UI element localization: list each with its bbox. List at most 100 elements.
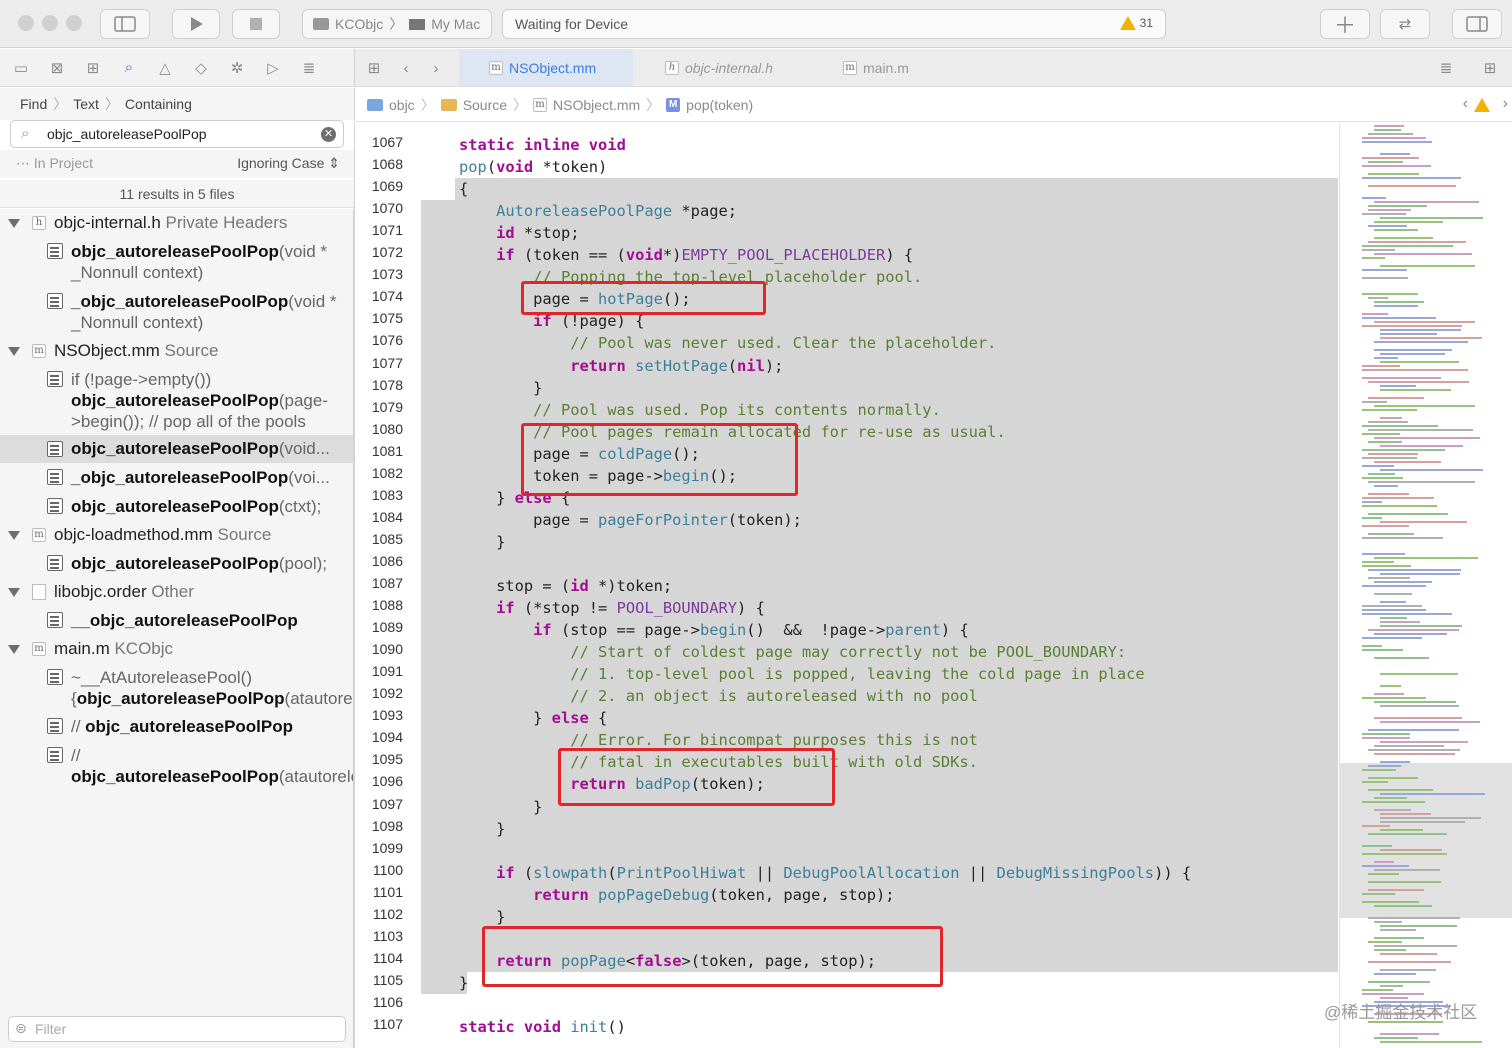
code-line[interactable]: }: [459, 972, 468, 994]
code-line[interactable]: static inline void: [459, 134, 626, 156]
code-line[interactable]: // Pool was used. Pop its contents norma…: [459, 399, 941, 421]
result-item[interactable]: _objc_autoreleasePoolPop(voi...: [44, 467, 344, 488]
code-line[interactable]: if (token == (void*)EMPTY_POOL_PLACEHOLD…: [459, 244, 913, 266]
result-item[interactable]: ~__AtAutoreleasePool() {objc_autorelease…: [44, 667, 353, 709]
minimap-line: [1368, 833, 1447, 835]
code-line[interactable]: return popPageDebug(token, page, stop);: [459, 884, 894, 906]
code-line[interactable]: // Start of coldest page may correctly n…: [459, 641, 1126, 663]
warning-icon[interactable]: △: [154, 58, 176, 78]
hierarchy-icon[interactable]: ⊞: [82, 58, 104, 78]
result-group-libobjc-order[interactable]: libobjc.order Other: [0, 578, 353, 606]
minimap-line: [1362, 517, 1382, 519]
close-window-button[interactable]: [18, 15, 34, 31]
sidebar-toggle-button[interactable]: [100, 9, 150, 39]
tag-icon[interactable]: ▷: [262, 58, 284, 78]
code-line[interactable]: }: [459, 906, 505, 928]
tab-objc-internal-h[interactable]: h objc-internal.h: [635, 49, 810, 86]
code-line[interactable]: stop = (id *)token;: [459, 575, 672, 597]
jump-symbol[interactable]: pop(token): [686, 97, 753, 113]
code-line[interactable]: // 2. an object is autoreleased with no …: [459, 685, 978, 707]
result-item-selected[interactable]: objc_autoreleasePoolPop(void...: [0, 435, 353, 463]
minimap-line: [1380, 929, 1416, 931]
code-line[interactable]: page = pageForPointer(token);: [459, 509, 802, 531]
x-square-icon[interactable]: ⊠: [46, 58, 68, 78]
code-line[interactable]: id *stop;: [459, 222, 579, 244]
add-editor-icon[interactable]: ⊞: [1479, 58, 1501, 78]
result-item[interactable]: if (!page->empty()) objc_autoreleasePool…: [44, 369, 344, 432]
editor-options-icon[interactable]: ≣: [1435, 58, 1457, 78]
code-line[interactable]: AutoreleasePoolPage *page;: [459, 200, 737, 222]
disclosure-triangle-icon[interactable]: [8, 530, 20, 540]
code-line[interactable]: if (stop == page->begin() && !page->pare…: [459, 619, 969, 641]
find-match[interactable]: Containing: [125, 96, 192, 112]
minimap-line: [1368, 473, 1395, 475]
code-line[interactable]: } else {: [459, 707, 607, 729]
filter-input[interactable]: ⊜ Filter: [8, 1016, 346, 1042]
disclosure-triangle-icon[interactable]: [8, 587, 20, 597]
minimap-line: [1362, 645, 1382, 647]
chevron-right-icon[interactable]: ›: [1503, 95, 1508, 113]
code-line[interactable]: // 1. top-level pool is popped, leaving …: [459, 663, 1145, 685]
result-item[interactable]: // objc_autoreleasePoolPop: [44, 716, 344, 737]
result-group-objc-loadmethod-mm[interactable]: m objc-loadmethod.mm Source: [0, 521, 353, 549]
code-line[interactable]: if (*stop != POOL_BOUNDARY) {: [459, 597, 765, 619]
code-review-button[interactable]: ⇄: [1380, 9, 1430, 39]
result-item[interactable]: __objc_autoreleasePoolPop: [44, 610, 344, 631]
bug-icon[interactable]: ✲: [226, 58, 248, 78]
result-group-objc-internal-h[interactable]: h objc-internal.h Private Headers: [0, 209, 353, 237]
code-line[interactable]: // Pool was never used. Clear the placeh…: [459, 332, 996, 354]
chevron-right-icon[interactable]: ›: [425, 58, 447, 78]
zoom-window-button[interactable]: [66, 15, 82, 31]
scheme-selector[interactable]: KCObjc 〉 My Mac: [302, 9, 492, 39]
code-line[interactable]: }: [459, 531, 505, 553]
diamond-icon[interactable]: ◇: [190, 58, 212, 78]
add-library-button[interactable]: ＋: [1320, 9, 1370, 39]
stop-button[interactable]: [232, 9, 280, 39]
code-line[interactable]: }: [459, 796, 542, 818]
minimap[interactable]: [1339, 123, 1512, 1048]
find-type[interactable]: Text: [73, 96, 99, 112]
search-icon[interactable]: ⌕: [118, 58, 140, 78]
scope-selector[interactable]: ⋯ In Project: [16, 155, 93, 172]
result-group-main-m[interactable]: m main.m KCObjc: [0, 635, 353, 663]
jump-folder[interactable]: Source: [463, 97, 507, 113]
case-selector[interactable]: Ignoring Case ⇕: [237, 155, 340, 172]
result-item[interactable]: objc_autoreleasePoolPop(void * _Nonnull …: [44, 241, 344, 283]
tab-nsobject-mm[interactable]: m NSObject.mm: [459, 49, 633, 86]
source-editor[interactable]: 1067 1068 1069 1070 1071 1072 1073 1074 1075 1076…: [354, 123, 1338, 1048]
jump-project[interactable]: objc: [389, 97, 415, 113]
warning-badge[interactable]: 31: [1119, 16, 1153, 30]
search-input[interactable]: ⌕ objc_autoreleasePoolPop ✕: [10, 120, 344, 148]
result-match: objc_autoreleasePoolPop: [76, 689, 285, 708]
code-line[interactable]: static void init(): [459, 1016, 626, 1038]
code-line[interactable]: return setHotPage(nil);: [459, 355, 783, 377]
report-icon[interactable]: ≣: [298, 58, 320, 78]
code-line[interactable]: }: [459, 818, 505, 840]
code-line[interactable]: {: [459, 178, 468, 200]
folder-icon[interactable]: ▭: [10, 58, 32, 78]
result-match: objc_autoreleasePoolPop: [71, 439, 279, 458]
code-line[interactable]: pop(void *token): [459, 156, 607, 178]
result-group-nsobject-mm[interactable]: m NSObject.mm Source: [0, 337, 353, 365]
minimize-window-button[interactable]: [42, 15, 58, 31]
clear-search-button[interactable]: ✕: [321, 127, 336, 142]
warning-icon[interactable]: [1474, 98, 1490, 112]
find-mode-breadcrumb[interactable]: Find 〉 Text 〉 Containing: [0, 88, 354, 120]
inspector-toggle-button[interactable]: [1452, 9, 1502, 39]
chevron-left-icon[interactable]: ‹: [395, 58, 417, 78]
disclosure-triangle-icon[interactable]: [8, 218, 20, 228]
disclosure-triangle-icon[interactable]: [8, 346, 20, 356]
disclosure-triangle-icon[interactable]: [8, 644, 20, 654]
result-item[interactable]: _objc_autoreleasePoolPop(void * _Nonnull…: [44, 291, 344, 333]
code-line[interactable]: }: [459, 377, 542, 399]
result-item[interactable]: objc_autoreleasePoolPop(ctxt);: [44, 496, 344, 517]
grid-icon[interactable]: ⊞: [363, 58, 385, 78]
result-item[interactable]: objc_autoreleasePoolPop(pool);: [44, 553, 344, 574]
chevron-left-icon[interactable]: ‹: [1463, 95, 1468, 113]
tab-main-m[interactable]: m main.m: [813, 49, 963, 86]
find-mode[interactable]: Find: [20, 96, 47, 112]
code-line[interactable]: if (slowpath(PrintPoolHiwat || DebugPool…: [459, 862, 1191, 884]
run-button[interactable]: [172, 9, 220, 39]
jump-file[interactable]: NSObject.mm: [553, 97, 640, 113]
result-item[interactable]: // objc_autoreleasePoolPop(atautorelease…: [44, 745, 353, 787]
